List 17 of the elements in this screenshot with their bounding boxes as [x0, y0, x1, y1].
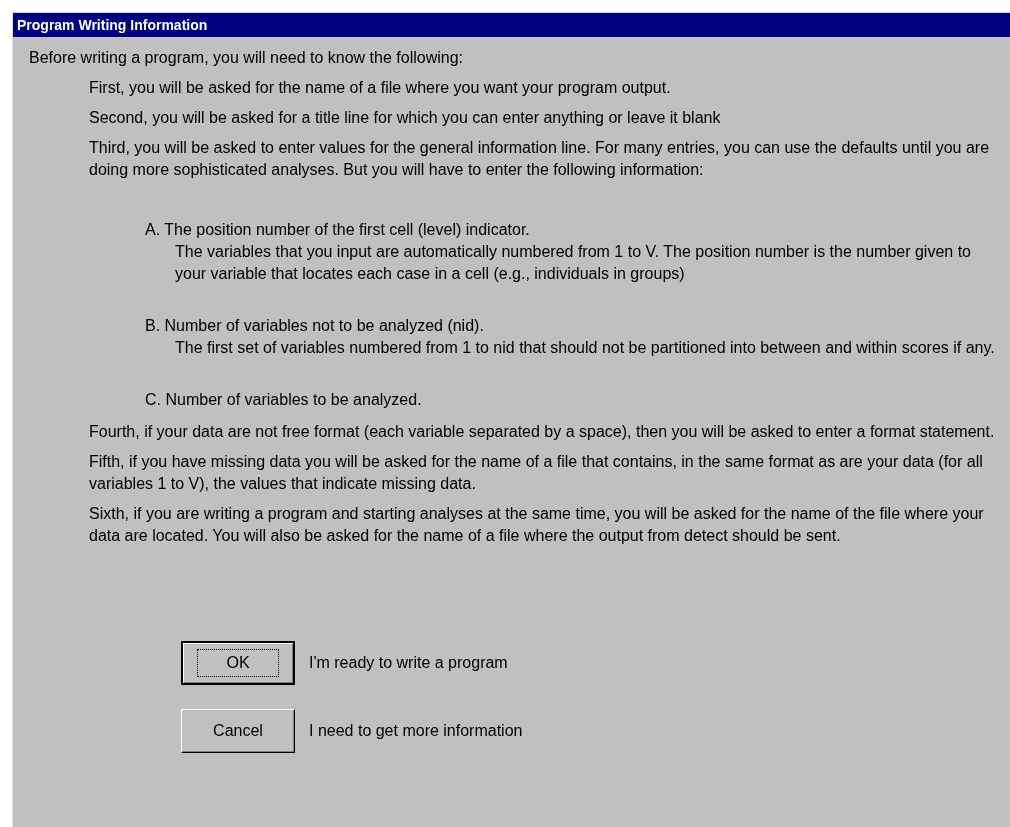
instruction-text: Fourth, if your data are not free format (each variable separated by a space), then you will be asked to enter a format statement.	[89, 422, 996, 442]
intro-text: Before writing a program, you will need to know the following:	[29, 48, 464, 68]
sub-item-text: A. The position number of the first cell (level) indicator.	[145, 220, 531, 240]
window-title: Program Writing Information	[17, 15, 208, 35]
sub-item-text: B. Number of variables not to be analyzed (nid).	[145, 316, 485, 336]
sub-item-text: C. Number of variables to be analyzed.	[145, 390, 423, 410]
instruction-text: Third, you will be asked to enter values for the general information line. For many entries, you can use the defaults until you are doing more sophisticated analyses. But you will have to enter the following information:	[89, 138, 991, 180]
instruction-text: Fifth, if you have missing data you will be asked for the name of a file that contains, in the same format as are your data (for all variables 1 to V), the values that indicate missing data.	[89, 452, 984, 494]
button-description: I'm ready to write a program	[309, 653, 508, 673]
sub-item-detail: The first set of variables numbered from 1 to nid that should not be partitioned into between and within scores if any.	[174, 338, 996, 358]
instruction-text: Sixth, if you are writing a program and starting analyses at the same time, you will be asked for the name of the file where your data are located. You will also be asked for the name of a file where the output from detect should be sent.	[89, 504, 985, 546]
instruction-text: Second, you will be asked for a title line for which you can enter anything or leave it blank	[89, 108, 722, 128]
button-description: I need to get more information	[309, 721, 523, 741]
instruction-text: First, you will be asked for the name of a file where you want your program output.	[89, 78, 672, 98]
dialog-button[interactable]: OK	[181, 641, 295, 685]
sub-item-detail: The variables that you input are automatically numbered from 1 to V. The position number is the number given to your variable that locates each case in a cell (e.g., individuals in groups)	[174, 242, 972, 284]
dialog-button[interactable]: Cancel	[181, 709, 295, 753]
